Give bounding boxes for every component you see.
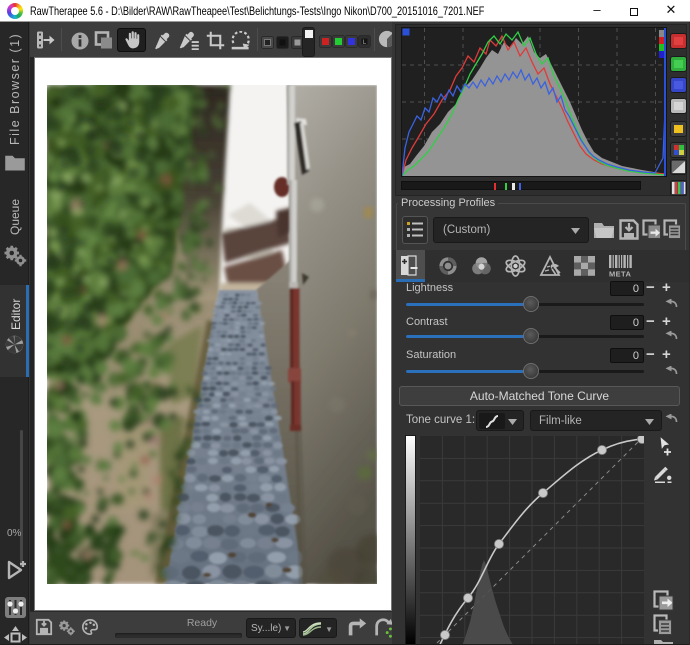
svg-text:META: META [609,270,631,279]
